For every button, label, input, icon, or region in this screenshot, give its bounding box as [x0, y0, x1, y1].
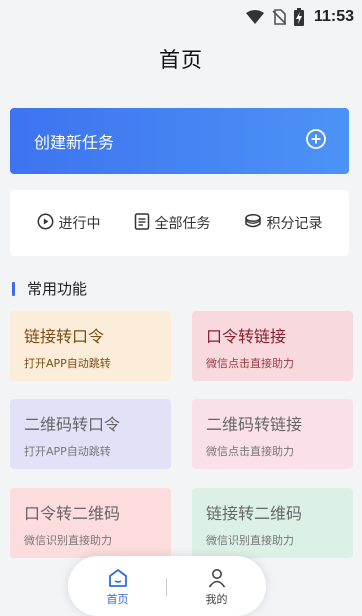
tab-in-progress[interactable]: 进行中: [37, 213, 101, 234]
status-time: 11:53: [313, 8, 354, 25]
section-title: 常用功能: [27, 280, 88, 298]
nav-item-mine[interactable]: 我的: [206, 568, 228, 607]
feature-subtitle: 微信点击直接助力: [206, 357, 294, 370]
no-sim-icon: [272, 9, 286, 25]
feature-subtitle: 打开APP自动跳转: [24, 357, 111, 370]
feature-qr-to-link[interactable]: 二维码转链接 微信点击直接助力: [192, 399, 353, 469]
play-circle-icon: [37, 213, 59, 234]
status-bar: 11:53: [0, 0, 362, 34]
nav-item-home[interactable]: 首页: [107, 568, 129, 607]
tab-all-tasks[interactable]: 全部任务: [134, 212, 211, 234]
wifi-icon: [245, 10, 264, 24]
feature-title: 二维码转链接: [206, 415, 303, 434]
person-icon: [207, 568, 227, 591]
feature-title: 二维码转口令: [24, 415, 121, 434]
section-accent-bar: [12, 281, 15, 296]
create-task-label: 创建新任务: [34, 133, 115, 152]
feature-subtitle: 打开APP自动跳转: [24, 445, 111, 458]
home-icon: [107, 568, 129, 591]
feature-link-to-code[interactable]: 链接转口令 打开APP自动跳转: [10, 311, 171, 381]
plus-circle-icon: [305, 128, 327, 154]
task-tabs: 进行中 全部任务 积分记录: [10, 190, 349, 256]
feature-code-to-link[interactable]: 口令转链接 微信点击直接助力: [192, 311, 353, 381]
feature-qr-to-code[interactable]: 二维码转口令 打开APP自动跳转: [10, 399, 171, 469]
coins-icon: [244, 213, 267, 233]
page-title: 首页: [159, 48, 203, 72]
tab-label: 全部任务: [154, 216, 211, 232]
tab-label: 进行中: [58, 216, 101, 232]
create-task-button[interactable]: 创建新任务: [10, 108, 349, 174]
bottom-nav: 首页 我的: [68, 556, 266, 616]
feature-link-to-qr[interactable]: 链接转二维码 微信识别直接助力: [192, 488, 353, 558]
section-heading: 常用功能: [12, 278, 87, 299]
nav-divider: [166, 578, 167, 596]
feature-code-to-qr[interactable]: 口令转二维码 微信识别直接助力: [10, 488, 171, 558]
feature-title: 口令转二维码: [24, 504, 121, 523]
feature-subtitle: 微信点击直接助力: [206, 445, 294, 458]
list-icon: [134, 212, 155, 234]
nav-label: 首页: [106, 593, 129, 606]
tab-points-record[interactable]: 积分记录: [244, 213, 323, 233]
feature-title: 链接转二维码: [206, 504, 303, 523]
nav-label: 我的: [205, 593, 228, 606]
feature-title: 口令转链接: [206, 327, 287, 346]
feature-title: 链接转口令: [24, 327, 105, 346]
feature-subtitle: 微信识别直接助力: [24, 534, 112, 547]
battery-charging-icon: [293, 8, 304, 26]
tab-label: 积分记录: [266, 216, 323, 232]
feature-subtitle: 微信识别直接助力: [206, 534, 294, 547]
